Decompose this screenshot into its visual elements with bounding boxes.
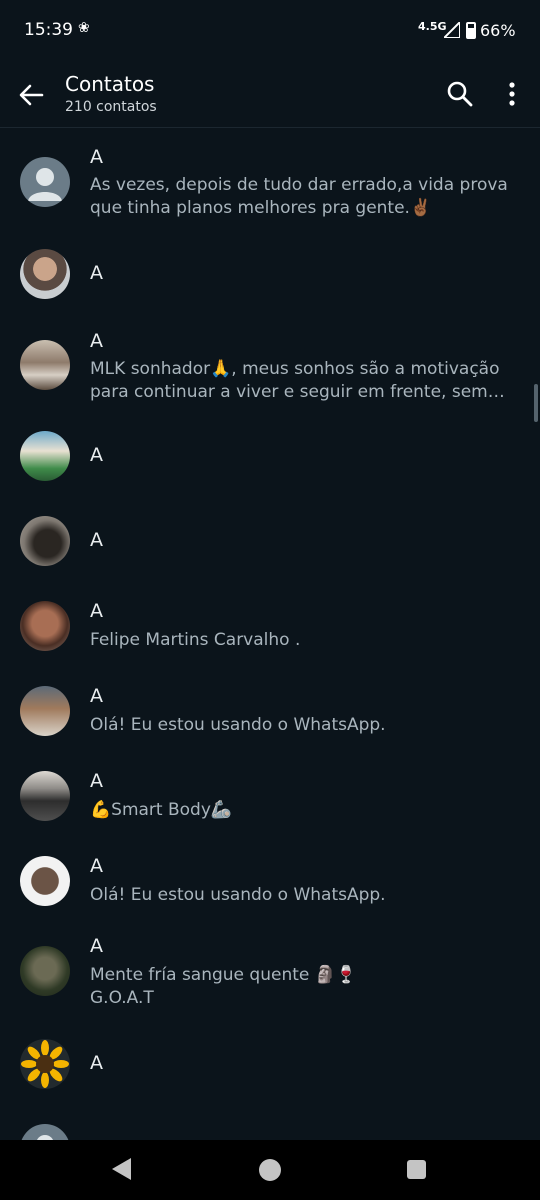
contact-status: Mente fría sangue quente 🗿🍷 G.O.A.T	[90, 965, 358, 1008]
contact-name: A	[90, 685, 103, 707]
nav-back-icon[interactable]	[112, 1158, 131, 1180]
signal-icon	[444, 22, 460, 38]
status-bar: 15:39 ❀ 4.5G 66%	[0, 0, 540, 62]
contact-name: A	[90, 262, 103, 284]
navigation-bar	[0, 1140, 540, 1200]
contact-status: 💪Smart Body🦾	[90, 800, 233, 820]
app-notification-icon: ❀	[78, 20, 90, 36]
contact-status: Felipe Martins Carvalho .	[90, 630, 301, 650]
battery-icon	[466, 22, 476, 39]
nav-recents-icon[interactable]	[407, 1160, 426, 1179]
contact-name: A	[90, 444, 103, 466]
avatar	[20, 686, 70, 736]
contact-status: Olá! Eu estou usando o WhatsApp.	[90, 885, 386, 905]
contact-row[interactable]: A Olá! Eu estou usando o WhatsApp.	[0, 685, 540, 770]
scrollbar-thumb[interactable]	[534, 384, 538, 422]
contact-row[interactable]: A	[0, 515, 540, 600]
status-time: 15:39	[24, 20, 73, 40]
contact-name: A	[90, 770, 103, 792]
page-title: Contatos	[65, 72, 155, 96]
contact-row[interactable]: A	[0, 248, 540, 333]
contact-status: Olá! Eu estou usando o WhatsApp.	[90, 715, 386, 735]
contact-row[interactable]: A	[0, 430, 540, 515]
more-vert-icon[interactable]	[498, 78, 526, 110]
contact-row[interactable]: A Mente fría sangue quente 🗿🍷 G.O.A.T	[0, 935, 540, 1040]
avatar	[20, 601, 70, 651]
app-bar: Contatos 210 contatos	[0, 62, 540, 128]
contact-name: A	[90, 600, 103, 622]
default-avatar-icon	[20, 1124, 70, 1140]
avatar	[20, 856, 70, 906]
contact-status: MLK sonhador🙏, meus sonhos são a motivaç…	[90, 359, 500, 402]
network-type: 4.5G	[418, 20, 447, 33]
contacts-count: 210 contatos	[65, 99, 157, 115]
avatar	[20, 249, 70, 299]
contact-row[interactable]	[0, 1123, 540, 1140]
avatar	[20, 340, 70, 390]
contact-row[interactable]: A As vezes, depois de tudo dar errado,a …	[0, 138, 540, 238]
contact-list[interactable]: A As vezes, depois de tudo dar errado,a …	[0, 128, 540, 1140]
contact-name: A	[90, 146, 103, 168]
contact-row[interactable]: A Olá! Eu estou usando o WhatsApp.	[0, 855, 540, 940]
contact-name: A	[90, 1052, 103, 1074]
contact-name: A	[90, 935, 103, 957]
contact-row[interactable]: A 💪Smart Body🦾	[0, 770, 540, 855]
search-icon[interactable]	[444, 78, 476, 110]
nav-home-icon[interactable]	[259, 1159, 281, 1181]
battery-level: 66%	[480, 21, 516, 40]
contact-row[interactable]: A Felipe Martins Carvalho .	[0, 600, 540, 685]
contact-name: A	[90, 529, 103, 551]
avatar	[20, 516, 70, 566]
default-avatar-icon	[20, 157, 70, 207]
avatar	[20, 1039, 70, 1089]
avatar	[20, 946, 70, 996]
contact-row[interactable]: A MLK sonhador🙏, meus sonhos são a motiv…	[0, 324, 540, 424]
contact-status: As vezes, depois de tudo dar errado,a vi…	[90, 175, 508, 218]
avatar	[20, 431, 70, 481]
back-arrow-icon[interactable]	[14, 78, 48, 112]
avatar	[20, 771, 70, 821]
contact-row[interactable]: A	[0, 1038, 540, 1123]
contact-name: A	[90, 330, 103, 352]
contact-name: A	[90, 855, 103, 877]
